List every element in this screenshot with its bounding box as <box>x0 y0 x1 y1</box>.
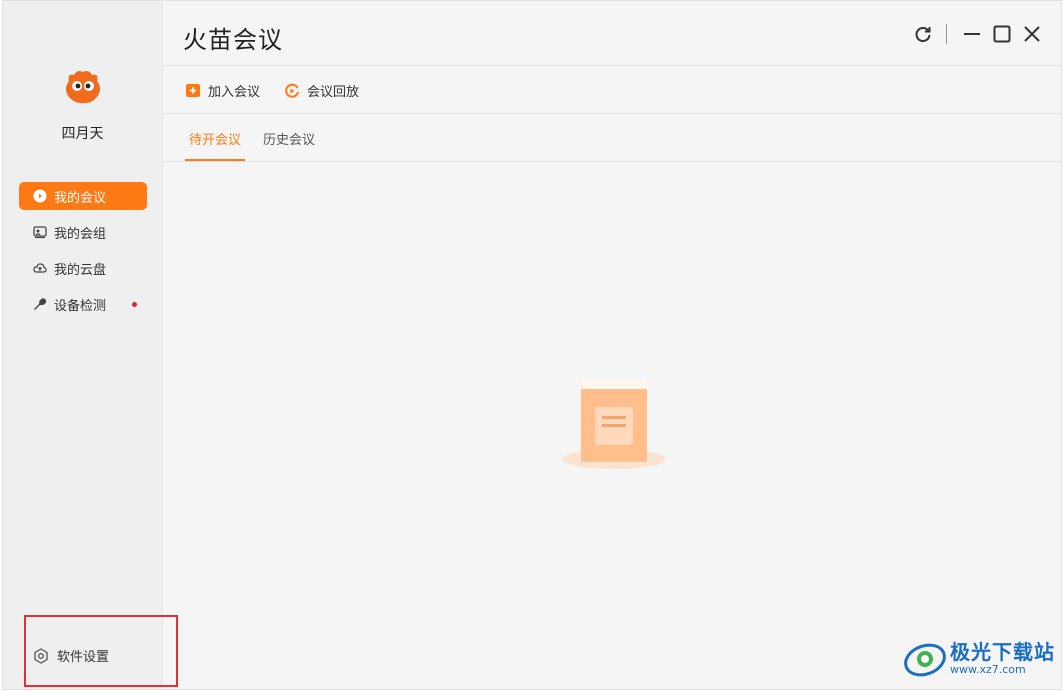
control-separator <box>946 24 947 44</box>
wrench-icon <box>34 298 47 310</box>
join-meeting-label: 加入会议 <box>208 85 261 100</box>
refresh-icon <box>915 27 931 42</box>
sidebar-item-my-groups[interactable]: 我的会组 <box>19 218 147 246</box>
cloud-upload-icon <box>33 263 47 273</box>
sidebar-item-label: 设备检测 <box>54 298 107 314</box>
join-meeting-button[interactable]: 加入会议 <box>185 81 260 100</box>
maximize-button[interactable] <box>989 21 1015 47</box>
close-button[interactable] <box>1019 21 1045 47</box>
meeting-icon <box>33 189 47 203</box>
replay-icon <box>285 83 299 98</box>
sidebar-item-my-meetings[interactable]: 我的会议 <box>19 182 147 210</box>
watermark: 极光下载站 www.xz7.com <box>902 638 1055 680</box>
settings-hexagon-icon <box>34 647 48 664</box>
sidebar: 四月天 我的会议 我的会组 我的云盘 设备检测 软件设置 <box>3 1 163 689</box>
meeting-replay-label: 会议回放 <box>307 85 360 100</box>
sidebar-item-my-cloud[interactable]: 我的云盘 <box>19 254 147 282</box>
tab-history-meetings[interactable]: 历史会议 <box>263 129 315 162</box>
minimize-icon <box>964 33 980 35</box>
empty-state-book-illustration <box>562 380 666 469</box>
group-icon <box>33 226 47 239</box>
minimize-button[interactable] <box>959 21 985 47</box>
maximize-icon <box>993 25 1011 43</box>
app-mascot-avatar[interactable] <box>63 67 103 105</box>
meeting-replay-button[interactable]: 会议回放 <box>284 81 359 100</box>
sidebar-item-device-check[interactable]: 设备检测 <box>19 290 147 318</box>
header-divider <box>163 65 1061 66</box>
meeting-tabs: 待开会议 历史会议 <box>184 129 337 162</box>
sidebar-item-label: 我的云盘 <box>54 262 107 278</box>
sidebar-item-label: 我的会议 <box>54 190 107 206</box>
page-title: 火苗会议 <box>183 26 283 54</box>
settings-label: 软件设置 <box>57 650 110 665</box>
notification-dot <box>132 302 137 307</box>
refresh-button[interactable] <box>910 21 936 47</box>
watermark-logo-icon <box>904 643 946 677</box>
watermark-url: www.xz7.com <box>950 663 1026 676</box>
username: 四月天 <box>61 126 104 142</box>
app-window: 四月天 我的会议 我的会组 我的云盘 设备检测 软件设置 火苗会议 加入会议 会… <box>2 0 1062 690</box>
watermark-name: 极光下载站 <box>950 640 1055 664</box>
sidebar-item-label: 我的会组 <box>54 226 107 242</box>
software-settings-button[interactable]: 软件设置 <box>33 646 109 665</box>
window-controls <box>906 21 1045 47</box>
close-icon <box>1024 26 1040 42</box>
toolbar-divider <box>163 113 1061 114</box>
toolbar: 加入会议 会议回放 <box>185 81 383 100</box>
sidebar-nav: 我的会议 我的会组 我的云盘 设备检测 <box>19 182 147 326</box>
tab-upcoming-meetings[interactable]: 待开会议 <box>184 129 246 162</box>
join-plus-icon <box>186 83 200 97</box>
tabs-divider <box>163 161 1061 162</box>
